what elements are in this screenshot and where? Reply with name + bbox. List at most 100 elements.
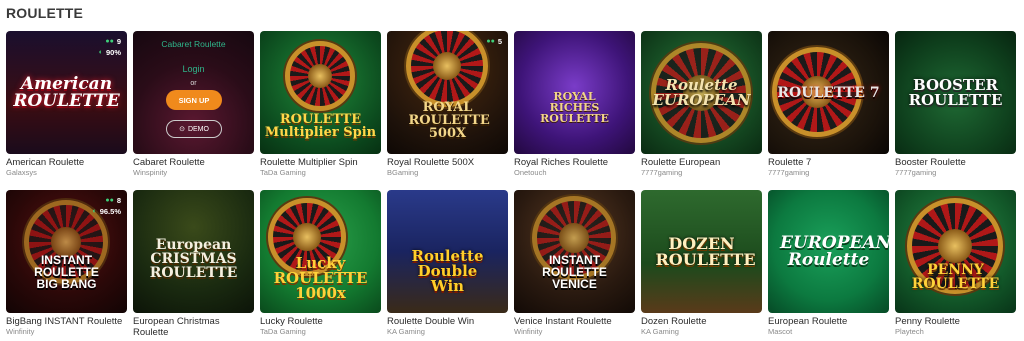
game-card-penny-roulette[interactable]: PENNY ROULETTE Penny Roulette Playtech xyxy=(895,190,1016,341)
game-logo: ROYAL RICHES ROULETTE xyxy=(540,90,609,125)
game-provider: Winspinity xyxy=(133,168,168,177)
demo-label: DEMO xyxy=(187,125,209,133)
game-title[interactable]: Venice Instant Roulette xyxy=(514,316,635,327)
section-title: ROULETTE xyxy=(6,5,84,21)
game-logo: ROULETTE 7 xyxy=(777,84,880,101)
game-thumbnail[interactable]: European CRISTMAS ROULETTE xyxy=(133,190,254,313)
game-card-booster-roulette[interactable]: BOOSTER ROULETTE Booster Roulette 7777ga… xyxy=(895,31,1016,190)
game-provider: 7777gaming xyxy=(768,168,810,177)
game-card-roulette-multiplier-spin[interactable]: ROULETTE Multiplier Spin Roulette Multip… xyxy=(260,31,381,190)
game-logo: BOOSTER ROULETTE xyxy=(908,75,1003,109)
game-provider: Galaxsys xyxy=(6,168,37,177)
game-title[interactable]: Cabaret Roulette xyxy=(133,157,254,168)
game-thumbnail[interactable]: Cabaret Roulette Login or SIGN UP ⊙ DEMO xyxy=(133,31,254,154)
login-link[interactable]: Login xyxy=(133,64,254,74)
game-thumbnail[interactable]: ●● 8 ◐ 96.5% INSTANT ROULETTE BIG BANG xyxy=(6,190,127,313)
game-title[interactable]: Royal Roulette 500X xyxy=(387,157,508,168)
game-thumbnail[interactable]: Roulette EUROPEAN xyxy=(641,31,762,154)
game-logo: DOZEN ROULETTE xyxy=(655,233,756,269)
players-count: 5 xyxy=(497,37,502,46)
game-logo: Roulette EUROPEAN xyxy=(652,75,751,109)
game-provider: Winfinity xyxy=(514,327,543,336)
game-provider: TaDa Gaming xyxy=(260,168,306,177)
game-card-bigbang-instant-roulette[interactable]: ●● 8 ◐ 96.5% INSTANT ROULETTE BIG BANG Big… xyxy=(6,190,127,341)
game-thumbnail[interactable]: Lucky ROULETTE 1000x xyxy=(260,190,381,313)
game-title[interactable]: European Christmas Roulette xyxy=(133,316,254,338)
game-card-european-christmas-roulette[interactable]: European CRISTMAS ROULETTE European Chri… xyxy=(133,190,254,341)
game-thumbnail[interactable]: Roulette Double Win xyxy=(387,190,508,313)
game-logo: INSTANT ROULETTE BIG BANG xyxy=(34,252,99,291)
game-stats: ●● 8 ◐ 96.5% xyxy=(92,196,121,216)
game-card-dozen-roulette[interactable]: DOZEN ROULETTE Dozen Roulette KA Gaming xyxy=(641,190,762,341)
game-title[interactable]: American Roulette xyxy=(6,157,127,168)
game-card-american-roulette[interactable]: ●● 9 ◐ 90% American ROULETTE American Roul… xyxy=(6,31,127,190)
game-card-lucky-roulette[interactable]: Lucky ROULETTE 1000x Lucky Roulette TaDa… xyxy=(260,190,381,341)
roulette-wheel-icon xyxy=(285,41,355,111)
sign-up-button[interactable]: SIGN UP xyxy=(166,90,222,110)
game-card-venice-instant-roulette[interactable]: INSTANT ROULETTE VENICE Venice Instant R… xyxy=(514,190,635,341)
game-provider: TaDa Gaming xyxy=(260,327,306,336)
game-provider: BGaming xyxy=(387,168,419,177)
rtp-icon: ◐ xyxy=(92,208,97,215)
game-thumbnail[interactable]: INSTANT ROULETTE VENICE xyxy=(514,190,635,313)
game-stats: ●● 5 xyxy=(486,37,502,46)
game-title[interactable]: Penny Roulette xyxy=(895,316,1016,327)
game-title[interactable]: Dozen Roulette xyxy=(641,316,762,327)
game-title[interactable]: BigBang INSTANT Roulette xyxy=(6,316,127,327)
game-provider: KA Gaming xyxy=(387,327,425,336)
game-thumbnail[interactable]: ●● 9 ◐ 90% American ROULETTE xyxy=(6,31,127,154)
games-grid: ●● 9 ◐ 90% American ROULETTE American Roul… xyxy=(6,31,1020,341)
game-logo: Roulette Double Win xyxy=(411,247,484,295)
game-thumbnail[interactable]: ●● 5 ROYAL ROULETTE 500X xyxy=(387,31,508,154)
game-card-cabaret-roulette[interactable]: Cabaret Roulette Login or SIGN UP ⊙ DEMO … xyxy=(133,31,254,190)
game-provider: 7777gaming xyxy=(641,168,683,177)
game-title[interactable]: Royal Riches Roulette xyxy=(514,157,635,168)
game-logo: Lucky ROULETTE 1000x xyxy=(273,254,368,302)
play-icon: ⊙ xyxy=(179,126,185,133)
game-thumbnail[interactable]: PENNY ROULETTE xyxy=(895,190,1016,313)
roulette-wheel-icon xyxy=(406,31,488,107)
game-logo: EUROPEAN Roulette xyxy=(780,232,889,270)
game-stats: ●● 9 ◐ 90% xyxy=(99,37,121,57)
game-provider: Winfinity xyxy=(6,327,35,336)
game-thumbnail[interactable]: DOZEN ROULETTE xyxy=(641,190,762,313)
game-thumbnail[interactable]: ROULETTE 7 xyxy=(768,31,889,154)
game-title[interactable]: Lucky Roulette xyxy=(260,316,381,327)
or-text: or xyxy=(190,80,197,87)
game-title[interactable]: Roulette Multiplier Spin xyxy=(260,157,381,168)
game-provider: Onetouch xyxy=(514,168,547,177)
cabaret-title: Cabaret Roulette xyxy=(161,39,226,49)
game-logo: PENNY ROULETTE xyxy=(911,261,1000,292)
game-thumbnail[interactable]: ROYAL RICHES ROULETTE xyxy=(514,31,635,154)
game-provider: Mascot xyxy=(768,327,793,336)
demo-button[interactable]: ⊙ DEMO xyxy=(166,120,222,138)
rtp-value: 90% xyxy=(105,48,121,57)
game-title[interactable]: Roulette 7 xyxy=(768,157,889,168)
game-title[interactable]: European Roulette xyxy=(768,316,889,327)
game-card-roulette-double-win[interactable]: Roulette Double Win Roulette Double Win … xyxy=(387,190,508,341)
game-card-roulette-european[interactable]: Roulette EUROPEAN Roulette European 7777… xyxy=(641,31,762,190)
game-card-royal-riches-roulette[interactable]: ROYAL RICHES ROULETTE Royal Riches Roule… xyxy=(514,31,635,190)
rtp-value: 96.5% xyxy=(99,207,121,216)
game-title[interactable]: Roulette European xyxy=(641,157,762,168)
game-logo: European CRISTMAS ROULETTE xyxy=(149,236,238,281)
players-icon: ●● xyxy=(105,197,114,204)
game-logo: ROYAL ROULETTE 500X xyxy=(408,100,490,141)
game-provider: Playtech xyxy=(895,327,924,336)
game-thumbnail[interactable]: EUROPEAN Roulette xyxy=(768,190,889,313)
game-title[interactable]: Booster Roulette xyxy=(895,157,1016,168)
game-card-royal-roulette-500x[interactable]: ●● 5 ROYAL ROULETTE 500X Royal Roulette 5… xyxy=(387,31,508,190)
game-thumbnail[interactable]: ROULETTE Multiplier Spin xyxy=(260,31,381,154)
game-title[interactable]: Roulette Double Win xyxy=(387,316,508,327)
players-icon: ●● xyxy=(105,38,114,45)
players-icon: ●● xyxy=(486,38,495,45)
game-provider: 7777gaming xyxy=(895,168,937,177)
players-count: 8 xyxy=(116,196,121,205)
game-card-roulette-7[interactable]: ROULETTE 7 Roulette 7 7777gaming xyxy=(768,31,889,190)
game-provider: KA Gaming xyxy=(641,327,679,336)
game-logo: INSTANT ROULETTE VENICE xyxy=(542,252,607,291)
game-thumbnail[interactable]: BOOSTER ROULETTE xyxy=(895,31,1016,154)
game-card-european-roulette[interactable]: EUROPEAN Roulette European Roulette Masc… xyxy=(768,190,889,341)
game-logo: ROULETTE Multiplier Spin xyxy=(264,111,377,140)
rtp-icon: ◐ xyxy=(98,49,103,56)
